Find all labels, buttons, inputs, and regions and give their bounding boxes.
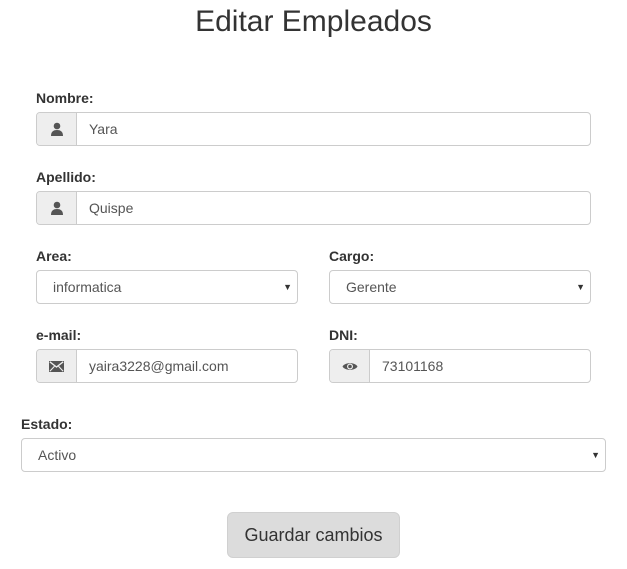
email-input[interactable] bbox=[77, 350, 297, 382]
area-label: Area: bbox=[36, 248, 72, 264]
cargo-select-value: Gerente bbox=[346, 279, 397, 295]
nombre-input-group bbox=[36, 112, 591, 146]
apellido-input[interactable] bbox=[77, 192, 590, 224]
dni-input[interactable] bbox=[370, 350, 590, 382]
page-title: Editar Empleados bbox=[195, 5, 432, 38]
eye-icon bbox=[330, 350, 370, 382]
nombre-label: Nombre: bbox=[36, 90, 94, 106]
caret-down-icon: ▼ bbox=[283, 282, 292, 292]
estado-label: Estado: bbox=[21, 416, 73, 432]
cargo-label: Cargo: bbox=[329, 248, 375, 264]
user-icon bbox=[37, 113, 77, 145]
email-label: e-mail: bbox=[36, 327, 82, 343]
estado-select-value: Activo bbox=[38, 447, 77, 463]
area-select[interactable]: informatica ▼ bbox=[36, 270, 298, 304]
apellido-input-group bbox=[36, 191, 591, 225]
envelope-icon bbox=[37, 350, 77, 382]
dni-label: DNI: bbox=[329, 327, 358, 343]
caret-down-icon: ▼ bbox=[576, 282, 585, 292]
dni-input-group bbox=[329, 349, 591, 383]
caret-down-icon: ▼ bbox=[591, 450, 600, 460]
edit-employee-page: Editar Empleados Nombre: Apellido: Area:… bbox=[0, 0, 627, 569]
email-input-group bbox=[36, 349, 298, 383]
cargo-select[interactable]: Gerente ▼ bbox=[329, 270, 591, 304]
user-icon bbox=[37, 192, 77, 224]
nombre-input[interactable] bbox=[77, 113, 590, 145]
apellido-label: Apellido: bbox=[36, 169, 96, 185]
area-select-value: informatica bbox=[53, 279, 122, 295]
save-changes-button[interactable]: Guardar cambios bbox=[227, 512, 400, 558]
estado-select[interactable]: Activo ▼ bbox=[21, 438, 606, 472]
